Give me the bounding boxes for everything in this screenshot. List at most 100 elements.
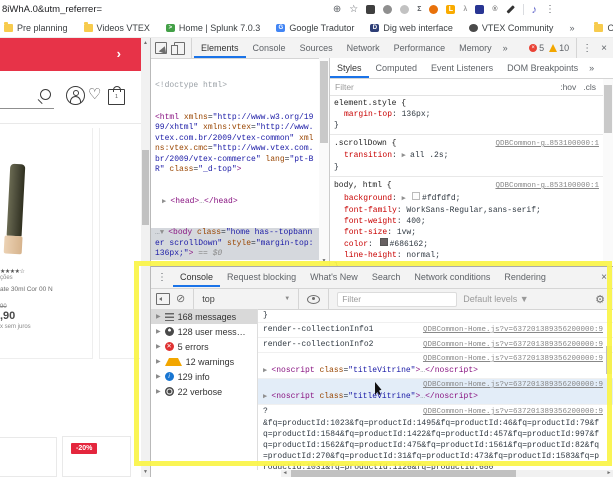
styles-tab[interactable]: Computed — [369, 58, 425, 78]
product-card[interactable] — [99, 128, 140, 359]
carousel-next-icon[interactable]: › — [117, 46, 121, 61]
css-property[interactable]: transition: ▶ all .2s; — [334, 150, 599, 162]
styles-scrollbar[interactable] — [603, 79, 613, 266]
disclosure-triangle-icon[interactable]: ▶ — [156, 358, 161, 365]
disclosure-triangle-icon[interactable]: ▶ — [156, 373, 161, 380]
disclosure-triangle-icon[interactable]: ▶ — [156, 328, 161, 335]
scroll-up-icon[interactable]: ▲ — [141, 40, 150, 46]
console-filter-group[interactable]: ▶ ✕ 5 errors — [151, 339, 257, 354]
css-rule-element-style[interactable]: element.style { margin-top: 136px; } — [330, 95, 603, 135]
inspect-element-icon[interactable] — [155, 42, 167, 54]
console-filter-group[interactable]: ▶ 128 user messages — [151, 324, 257, 339]
devtools-tab[interactable]: Elements — [194, 38, 246, 58]
bookmark-item[interactable]: VTEX Community — [469, 23, 554, 33]
bookmarks-overflow-icon[interactable]: » — [569, 23, 574, 33]
account-icon[interactable] — [66, 86, 85, 105]
extension-icon[interactable]: Σ — [417, 4, 421, 15]
console-filter-group[interactable]: ▶ 12 warnings — [151, 354, 257, 369]
console-message[interactable]: } — [258, 309, 613, 323]
elements-scrollbar[interactable]: ▼ — [319, 58, 329, 266]
drawer-tab[interactable]: Request blocking — [220, 267, 303, 287]
logged-element[interactable]: ▶ <noscript class="titleVitrine">…</nosc… — [263, 365, 603, 377]
scroll-down-icon[interactable]: ▼ — [141, 469, 150, 475]
wishlist-icon[interactable]: ♡ — [88, 85, 101, 103]
drawer-tab[interactable]: Console — [173, 267, 220, 287]
install-app-icon[interactable]: ⊕ — [333, 5, 341, 15]
extension-icon[interactable] — [506, 5, 514, 13]
logged-element[interactable]: ▶ <noscript class="titleVitrine">…</nosc… — [263, 391, 603, 403]
styles-tab[interactable]: Event Listeners — [424, 58, 500, 78]
other-bookmarks-button[interactable]: Outros favoritos — [594, 23, 613, 33]
bookmark-item[interactable]: > Home | Splunk 7.0.3 — [166, 23, 260, 33]
source-link[interactable]: QDBCommon-Home.js?v=637201389356200000:9 — [423, 407, 603, 418]
source-link[interactable]: QDBCommon-Home.js?v=637201389356200000:9 — [423, 325, 603, 336]
console-message[interactable]: render--collectionInfo2 QDBCommon-Home.j… — [258, 338, 613, 353]
class-toggle-button[interactable]: .cls — [583, 82, 596, 92]
styles-scrollbar-thumb[interactable] — [604, 85, 612, 133]
dom-node-head[interactable]: ▶ <head>…</head> — [155, 197, 317, 208]
bookmark-item[interactable]: D Dig web interface — [370, 23, 453, 33]
warning-badge[interactable]: 10 — [549, 43, 569, 53]
source-link[interactable]: QDBCommon-Home.js?v=637201389356200000:9 — [423, 380, 603, 391]
devtools-close-icon[interactable]: × — [595, 43, 613, 54]
css-selector[interactable]: element.style { — [334, 98, 406, 109]
drawer-close-icon[interactable]: × — [595, 272, 613, 283]
product-card[interactable]: -20% — [62, 436, 131, 477]
console-scrollbar-thumb[interactable] — [606, 346, 612, 374]
css-rule-body-html[interactable]: body, html { QDBCommon-g…853100000:1 bac… — [330, 177, 603, 266]
scroll-right-icon[interactable]: ► — [605, 470, 613, 477]
elements-scrollbar-thumb[interactable] — [320, 61, 328, 143]
devtools-tab[interactable]: Sources — [293, 38, 340, 58]
console-message-selected[interactable]: QDBCommon-Home.js?v=637201389356200000:9… — [258, 379, 613, 405]
scroll-left-icon[interactable]: ◄ — [281, 470, 289, 477]
extension-icon[interactable] — [429, 5, 438, 14]
extension-icon[interactable] — [475, 5, 484, 14]
devtools-tab[interactable]: Console — [246, 38, 293, 58]
console-message[interactable]: ? QDBCommon-Home.js?v=637201389356200000… — [258, 405, 613, 470]
dom-node-doctype[interactable]: <!doctype html> — [155, 81, 317, 92]
css-selector[interactable]: body, html { — [334, 180, 392, 191]
media-extension-icon[interactable]: ♪ — [532, 4, 538, 16]
url-text[interactable]: 8iWhA.0&utm_referrer= — [2, 4, 102, 15]
product-card[interactable]: ★★★★☆ ções ate 30ml Cor 00 N 90 ,90 x se… — [0, 128, 93, 359]
bookmark-item[interactable]: Pre planning — [4, 23, 68, 33]
dom-node-html[interactable]: <html xmlns="http://www.w3.org/1999/xhtm… — [155, 113, 317, 176]
styles-tab[interactable]: Styles — [330, 58, 369, 78]
source-link[interactable]: QDBCommon-Home.js?v=637201389356200000:9 — [423, 354, 603, 365]
styles-filter-input[interactable]: Filter — [335, 82, 354, 92]
css-property[interactable]: color: #686162; — [334, 238, 599, 250]
drawer-tab[interactable]: Search — [365, 267, 408, 287]
scroll-down-icon[interactable]: ▼ — [319, 258, 329, 264]
device-toolbar-icon[interactable] — [174, 42, 185, 55]
console-filter-group[interactable]: ▶ i 129 info — [151, 369, 257, 384]
css-property[interactable]: background: ▶ #fdfdfd; — [334, 192, 599, 205]
console-sidebar-toggle-icon[interactable] — [156, 293, 170, 305]
drawer-tab[interactable]: Rendering — [497, 267, 553, 287]
search-input[interactable] — [0, 108, 54, 109]
drawer-menu-icon[interactable]: ⋮ — [151, 272, 173, 283]
more-tabs-icon[interactable]: » — [585, 63, 598, 73]
product-card[interactable] — [0, 437, 57, 477]
extension-icon[interactable] — [366, 5, 375, 14]
log-levels-select[interactable]: Default levels ▼ — [463, 294, 528, 304]
devtools-tab[interactable]: Performance — [387, 38, 453, 58]
bookmark-item[interactable]: Videos VTEX — [84, 23, 150, 33]
css-property[interactable]: margin-top: 136px; — [334, 109, 599, 120]
extension-icon[interactable]: L — [446, 5, 455, 14]
disclosure-triangle-icon[interactable]: ▶ — [156, 388, 161, 395]
css-property[interactable]: font-size: 1vw; — [334, 227, 599, 238]
console-settings-icon[interactable]: ⚙ — [595, 293, 605, 306]
css-source-link[interactable]: QDBCommon-g…853100000:1 — [495, 139, 599, 150]
hover-state-button[interactable]: :hov — [560, 82, 576, 92]
browser-menu-icon[interactable]: ⋮ — [545, 4, 555, 15]
css-property[interactable]: font-family: WorkSans-Regular,sans-serif… — [334, 205, 599, 216]
source-link[interactable]: QDBCommon-Home.js?v=637201389356200000:9 — [423, 340, 603, 351]
error-badge[interactable]: × 5 — [529, 43, 544, 53]
hero-banner[interactable]: › — [0, 38, 141, 71]
drawer-tab[interactable]: What's New — [303, 267, 365, 287]
more-tabs-icon[interactable]: » — [499, 43, 512, 53]
product-name[interactable]: ate 30ml Cor 00 N — [0, 286, 53, 293]
cart-icon[interactable]: 1 — [108, 89, 125, 105]
page-scrollbar[interactable]: ▲ ▼ — [141, 38, 150, 477]
devtools-tab[interactable]: Memory — [452, 38, 499, 58]
